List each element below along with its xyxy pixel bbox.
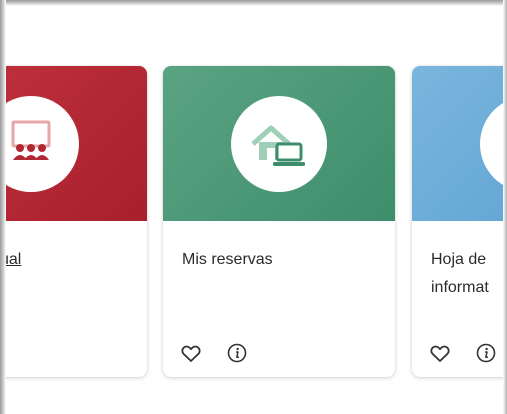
window-frame-left <box>0 0 6 414</box>
card-title-link[interactable]: ual <box>0 246 147 274</box>
window-frame-right <box>503 0 507 414</box>
home-laptop-icon <box>251 125 305 166</box>
favorite-icon[interactable] <box>428 341 452 365</box>
card-title[interactable]: Hoja de informat <box>431 246 507 302</box>
service-card-3[interactable]: Hoja de informat <box>412 66 507 377</box>
card-actions <box>428 341 507 365</box>
info-icon[interactable] <box>474 341 498 365</box>
card-hero <box>412 66 507 221</box>
favorite-icon[interactable] <box>179 341 203 365</box>
card-actions <box>179 341 267 365</box>
service-card-1[interactable]: ual <box>0 66 147 377</box>
window-frame-top <box>0 0 507 6</box>
card-title-line2: informat <box>431 279 489 296</box>
hero-icon-circle <box>0 95 79 192</box>
info-icon[interactable] <box>225 341 249 365</box>
app-viewport: ual Mis reservas Hoja de informat <box>0 0 507 414</box>
group-presentation-icon <box>11 120 51 160</box>
card-title[interactable]: Mis reservas <box>182 246 382 274</box>
card-hero <box>0 66 147 221</box>
service-card-mis-reservas[interactable]: Mis reservas <box>163 66 395 377</box>
card-hero <box>163 66 395 221</box>
card-title-line1: Hoja de <box>431 251 487 268</box>
hero-icon-circle <box>231 95 327 192</box>
